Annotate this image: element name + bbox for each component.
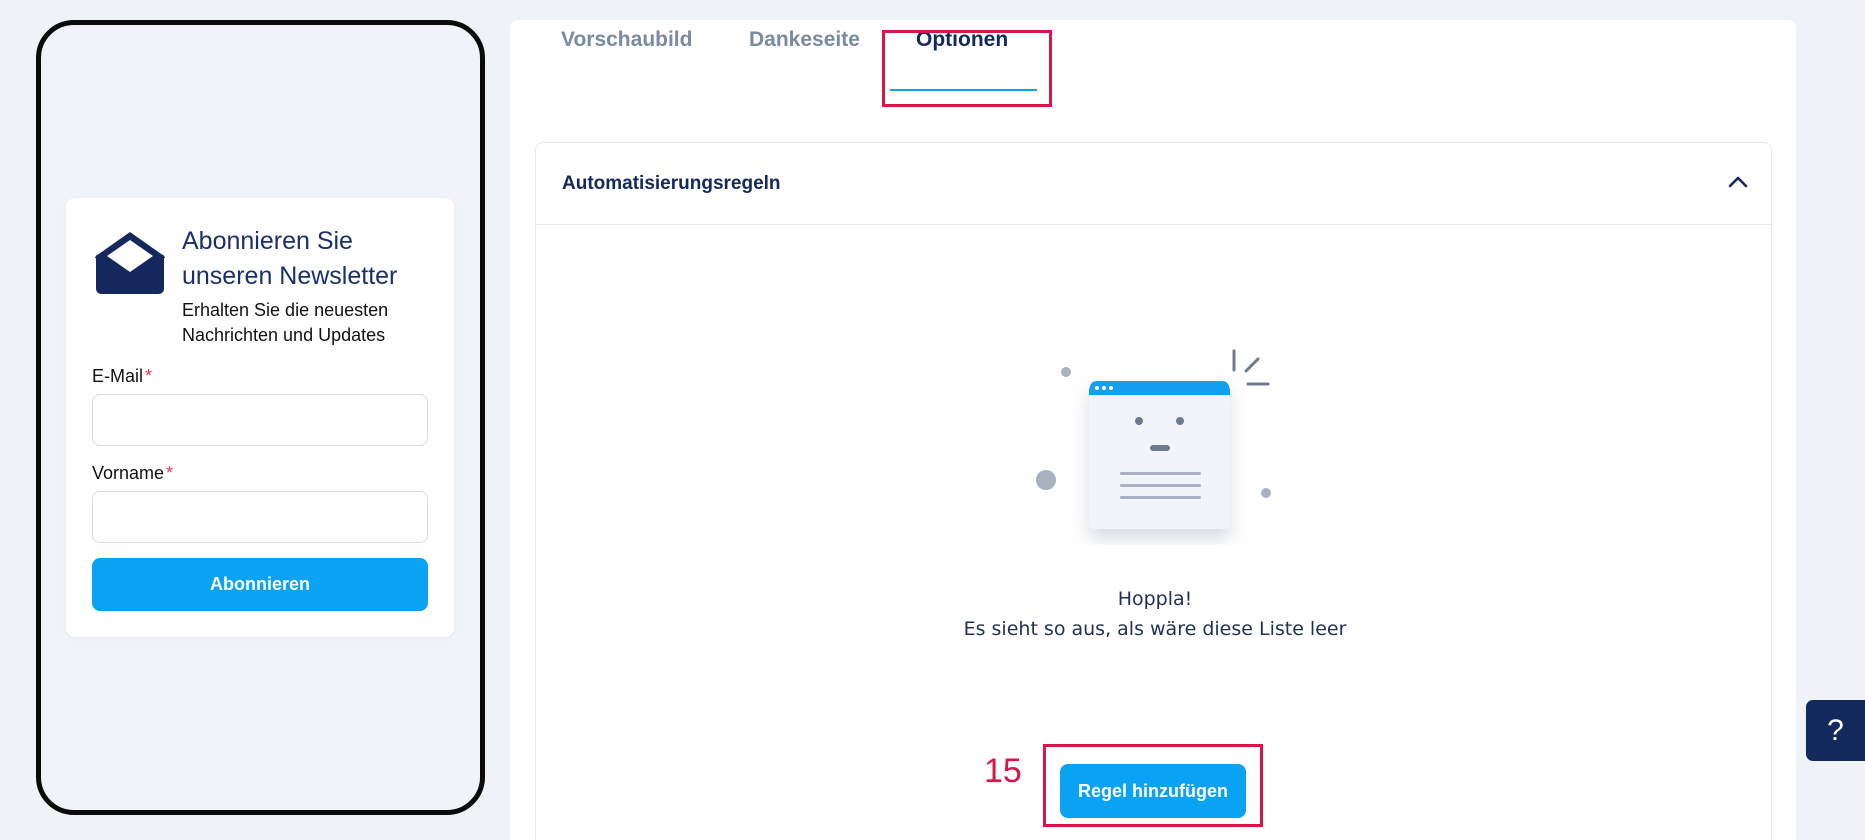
empty-state-title: Hoppla! <box>1117 588 1193 610</box>
newsletter-form-card: Abonnieren Sie unseren Newsletter Erhalt… <box>66 198 454 637</box>
step-number-annotation: 15 <box>984 752 1022 790</box>
first-name-label: Vorname * <box>92 463 174 483</box>
required-marker: * <box>166 463 174 483</box>
newsletter-title: Abonnieren Sie unseren Newsletter <box>182 227 398 290</box>
newsletter-subtitle: Erhalten Sie die neuesten Nachrichten un… <box>182 300 389 345</box>
chevron-up-icon[interactable] <box>1727 171 1749 193</box>
section-title: Automatisierungsregeln <box>562 173 781 194</box>
email-field[interactable] <box>92 394 428 446</box>
first-name-field[interactable] <box>92 491 428 543</box>
subscribe-button[interactable]: Abonnieren <box>92 558 428 611</box>
help-button[interactable]: ? <box>1806 700 1865 761</box>
section-header[interactable]: Automatisierungsregeln <box>536 143 1771 225</box>
empty-state-description: Es sieht so aus, als wäre diese Liste le… <box>963 618 1347 640</box>
required-marker: * <box>145 366 153 386</box>
tab-thank-you-page[interactable]: Dankeseite <box>749 28 860 52</box>
add-rule-button[interactable]: Regel hinzufügen <box>1060 764 1246 818</box>
email-label: E-Mail * <box>92 366 153 386</box>
highlight-box-options-tab <box>882 30 1052 107</box>
envelope-open-icon <box>94 232 166 294</box>
empty-list-illustration <box>1036 349 1271 529</box>
tab-preview-image[interactable]: Vorschaubild <box>561 28 692 52</box>
